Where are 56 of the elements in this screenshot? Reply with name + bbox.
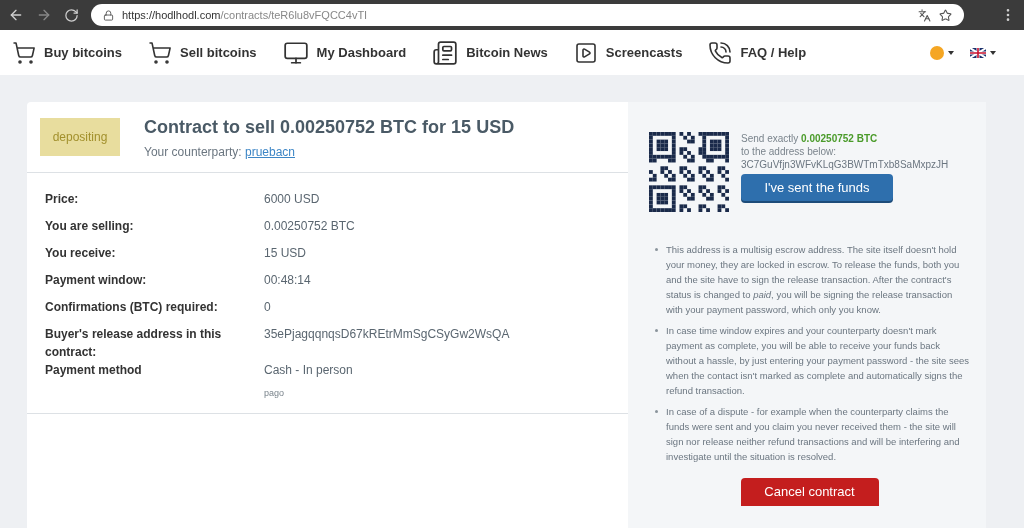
detail-value: 15 USD — [264, 245, 307, 262]
detail-value: 6000 USD — [264, 191, 320, 208]
flag-icon — [970, 47, 986, 58]
address-label: to the address below: — [741, 145, 838, 158]
bullet-icon — [655, 248, 658, 251]
sent-funds-button[interactable]: I've sent the funds — [741, 174, 893, 201]
reload-icon[interactable] — [64, 7, 79, 23]
send-instruction: Send exactly 0.00250752 BTC — [741, 132, 879, 145]
status-badge: depositing — [40, 118, 120, 156]
detail-value: 0.00250752 BTC — [264, 218, 355, 235]
nav-link[interactable]: Bitcoin News — [432, 39, 548, 66]
play-icon — [573, 40, 598, 65]
note-text: In case time window expires and your counterparty doesn't mark payment as complete, you will be able to receive your funds back without a hassle, by just entering your payment password - the site sees when the contact isn't marked as complete and automatically signs the refund transaction. — [666, 324, 970, 398]
nav-link[interactable]: FAQ / Help — [708, 40, 807, 65]
contract-title: Contract to sell 0.00250752 BTC for 15 USD — [144, 115, 515, 139]
detail-value: Cash - In person — [264, 362, 353, 379]
url-text: https://hodlhodl.com/contracts/teR6lu8vFQCC4vTI — [122, 7, 368, 23]
forward-icon[interactable] — [36, 7, 52, 23]
coin-icon — [930, 45, 944, 60]
nav-link[interactable]: Sell bitcoins — [148, 40, 257, 65]
detail-label: You receive: — [45, 245, 117, 262]
counterparty-link[interactable]: pruebacn — [244, 144, 295, 159]
detail-value: 35ePjagqqnqsD67kREtrMmSgCSyGw2WsQA — [264, 326, 510, 343]
star-icon[interactable] — [939, 8, 952, 22]
newspaper-icon — [432, 39, 459, 66]
nav-link[interactable]: My Dashboard — [282, 39, 407, 66]
cart-icon — [148, 40, 172, 65]
address-bar[interactable]: https://hodlhodl.com/contracts/teR6lu8vFQCC4vTI — [91, 4, 964, 26]
monitor-icon — [282, 39, 309, 66]
phone-icon — [708, 40, 733, 65]
detail-label: Price: — [45, 191, 80, 208]
note-text: This address is a multisig escrow address. The site itself doesn't hold your money, they are locked in escrow. To release the funds, both you and the site have to sign the release transaction. After the contract's status is changed to paid, you will be signing the release transaction with your payment password, which only you know. — [666, 243, 961, 317]
detail-note: pago — [264, 387, 286, 400]
caret-icon — [990, 50, 996, 55]
language-selector[interactable] — [970, 47, 996, 58]
cancel-contract-button[interactable]: Cancel contract — [740, 478, 879, 506]
escrow-address: 3C7GuVfjn3WFvKLqG3BWTmTxb8SaMxpzJH — [741, 158, 949, 171]
cart-icon — [12, 40, 36, 65]
detail-label: Confirmations (BTC) required: — [45, 299, 219, 316]
detail-value: 00:48:14 — [264, 272, 311, 289]
note-text: In case of a dispute - for example when the counterparty claims the funds were sent and you claim you never received them - the site will sign nor release neither refund transactions and will be interfering and investigate until the situation is resolved. — [666, 405, 961, 464]
bullet-icon — [655, 329, 658, 332]
counterparty-label: Your counterparty: — [144, 144, 242, 159]
detail-value: 0 — [264, 299, 271, 316]
lock-icon — [103, 9, 114, 21]
caret-icon — [948, 50, 954, 55]
detail-label: You are selling: — [45, 218, 135, 235]
nav-link[interactable]: Screencasts — [573, 40, 683, 65]
nav-link[interactable]: Buy bitcoins — [12, 40, 122, 65]
translate-icon[interactable] — [918, 8, 931, 22]
back-icon[interactable] — [8, 7, 24, 23]
currency-selector[interactable] — [930, 45, 954, 60]
bullet-icon — [655, 410, 658, 413]
detail-label: Payment window: — [45, 272, 148, 289]
detail-label: Payment method — [45, 362, 143, 379]
detail-label: Buyer's release address in this contract: — [45, 326, 223, 361]
